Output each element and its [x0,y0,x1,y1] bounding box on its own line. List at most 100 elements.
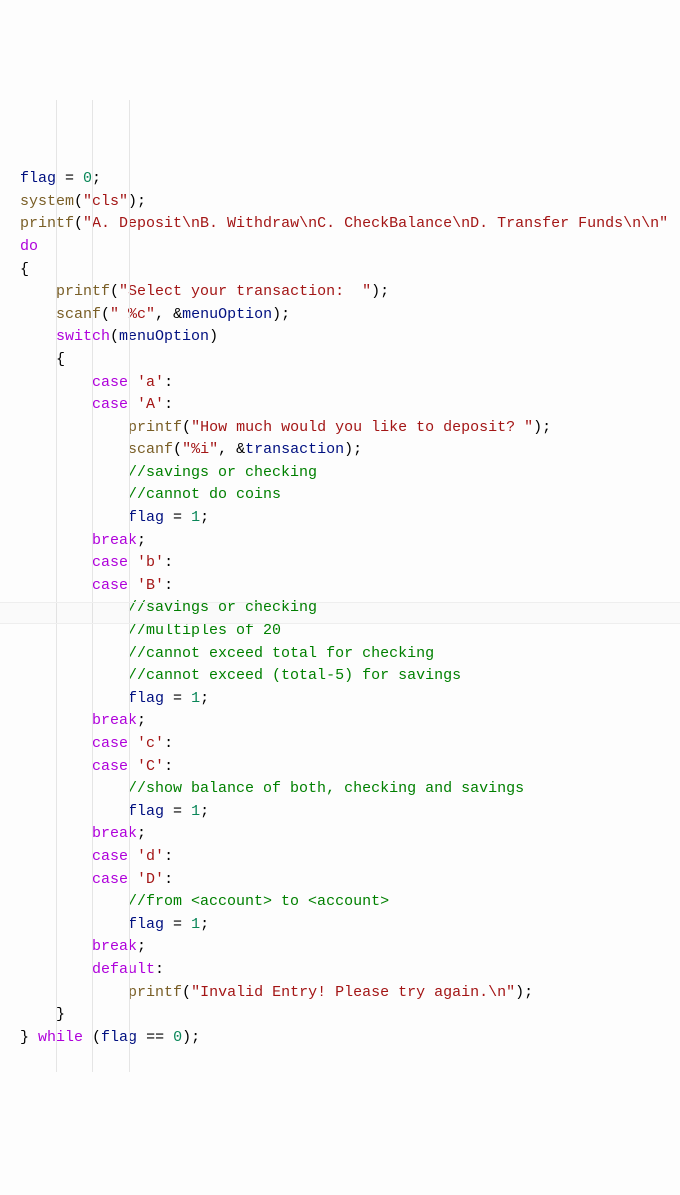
token-punct: : [164,848,173,865]
token-punct: ; [137,712,146,729]
token-str: 'A' [137,396,164,413]
code-line: scanf(" %c", &menuOption); [20,304,660,327]
token-punct [128,554,137,571]
code-line: break; [20,530,660,553]
code-line: } [20,1004,660,1027]
token-str: 'B' [137,577,164,594]
token-punct: ( [74,215,83,232]
code-line: scanf("%i", &transaction); [20,439,660,462]
code-line: case 'D': [20,869,660,892]
token-punct: ; [137,532,146,549]
code-line: case 'A': [20,394,660,417]
token-num: 0 [173,1029,182,1046]
code-line: break; [20,710,660,733]
token-punct: ( [173,441,182,458]
token-punct: : [164,554,173,571]
token-punct: ); [182,1029,200,1046]
token-kw: break [92,532,137,549]
token-func: printf [128,984,182,1001]
code-line: case 'd': [20,846,660,869]
token-punct: } [56,1006,65,1023]
token-str: 'd' [137,848,164,865]
token-kw: case [92,758,128,775]
token-str: 'c' [137,735,164,752]
token-punct: { [56,351,65,368]
token-cmt: //savings or checking [128,464,317,481]
code-line: case 'c': [20,733,660,756]
code-line: switch(menuOption) [20,326,660,349]
token-punct: ); [128,193,146,210]
token-var: flag [128,509,164,526]
token-punct: : [164,396,173,413]
token-punct: ) [209,328,218,345]
code-line: //from <account> to <account> [20,891,660,914]
code-line: flag = 1; [20,801,660,824]
code-line: } while (flag == 0); [20,1027,660,1050]
token-num: 1 [191,916,200,933]
token-kw: case [92,554,128,571]
token-punct: : [164,871,173,888]
token-punct: : [155,961,164,978]
code-line: flag = 0; [20,168,660,191]
token-punct: ( [182,419,191,436]
token-kw: case [92,374,128,391]
token-punct: ; [200,916,209,933]
token-var: flag [128,690,164,707]
code-line: printf("How much would you like to depos… [20,417,660,440]
code-line: flag = 1; [20,914,660,937]
code-line: default: [20,959,660,982]
token-str: "Invalid Entry! Please try again.\n" [191,984,515,1001]
token-func: printf [128,419,182,436]
token-punct: ); [344,441,362,458]
token-func: scanf [56,306,101,323]
token-var: flag [101,1029,137,1046]
token-kw: case [92,577,128,594]
token-kw: do [20,238,38,255]
token-punct [128,577,137,594]
token-var: flag [20,170,56,187]
code-line: case 'b': [20,552,660,575]
code-line: flag = 1; [20,688,660,711]
token-kw: case [92,735,128,752]
code-line: system("cls"); [20,191,660,214]
token-punct [128,374,137,391]
token-punct: ); [371,283,389,300]
token-str: "Select your transaction: " [119,283,371,300]
token-str: " %c" [110,306,155,323]
code-line: do [20,236,660,259]
token-str: 'b' [137,554,164,571]
token-kw: break [92,825,137,842]
token-kw: case [92,871,128,888]
token-var: flag [128,803,164,820]
token-kw: case [92,396,128,413]
token-cmt: //from <account> to <account> [128,893,389,910]
token-punct: ( [74,193,83,210]
token-func: system [20,193,74,210]
code-line: flag = 1; [20,507,660,530]
token-punct: : [164,577,173,594]
token-punct: ( [182,984,191,1001]
code-line: printf("Select your transaction: "); [20,281,660,304]
code-line: case 'C': [20,756,660,779]
token-punct: ( [83,1029,101,1046]
token-punct: ); [533,419,551,436]
code-line: //cannot exceed (total-5) for savings [20,665,660,688]
token-cmt: //cannot do coins [128,486,281,503]
token-punct: = [164,916,191,933]
code-line: //cannot exceed total for checking [20,643,660,666]
token-punct: = [164,690,191,707]
code-line: case 'a': [20,372,660,395]
code-line: { [20,259,660,282]
token-cmt: //show balance of both, checking and sav… [128,780,524,797]
token-punct: = [164,509,191,526]
token-punct: ( [110,328,119,345]
token-punct: , & [155,306,182,323]
token-punct: : [164,758,173,775]
token-punct: == [137,1029,173,1046]
code-line: break; [20,936,660,959]
token-punct: = [56,170,83,187]
token-str: 'a' [137,374,164,391]
token-punct: : [164,374,173,391]
token-punct: ; [137,938,146,955]
token-str: "How much would you like to deposit? " [191,419,533,436]
